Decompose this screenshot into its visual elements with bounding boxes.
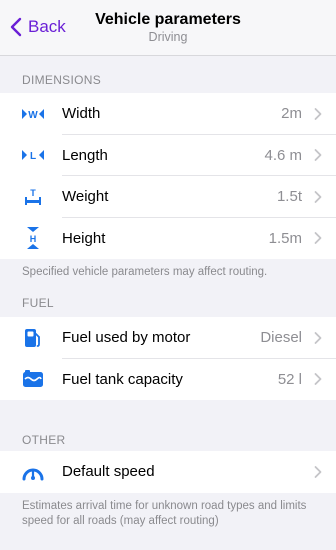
row-width[interactable]: W Width 2m — [0, 93, 336, 135]
chevron-right-icon — [314, 465, 322, 478]
fuel-group: Fuel used by motor Diesel Fuel tank capa… — [0, 317, 336, 400]
fuel-tank-icon — [22, 368, 44, 390]
row-label: Default speed — [62, 463, 155, 481]
section-header-fuel: FUEL — [22, 296, 54, 310]
section-header-other: OTHER — [22, 433, 66, 447]
chevron-right-icon — [314, 107, 322, 120]
page-title: Vehicle parameters — [95, 11, 241, 28]
svg-text:L: L — [30, 151, 36, 162]
row-value: 2m — [281, 105, 302, 123]
width-icon: W — [22, 103, 44, 125]
chevron-right-icon — [314, 331, 322, 344]
row-label: Fuel used by motor — [62, 329, 191, 347]
row-value: 52 l — [277, 370, 302, 388]
svg-text:W: W — [28, 110, 38, 121]
chevron-right-icon — [314, 190, 322, 203]
row-fuel-type[interactable]: Fuel used by motor Diesel — [0, 317, 336, 359]
svg-text:H: H — [30, 234, 37, 244]
row-label: Weight — [62, 188, 109, 206]
page-subtitle: Driving — [148, 30, 188, 44]
height-icon: H — [22, 227, 44, 250]
speedometer-icon — [22, 461, 44, 483]
other-group: Default speed — [0, 451, 336, 493]
fuel-pump-icon — [22, 327, 44, 349]
row-default-speed[interactable]: Default speed — [0, 451, 336, 493]
row-label: Height — [62, 229, 106, 247]
row-label: Length — [62, 146, 108, 164]
row-value: Diesel — [260, 329, 302, 347]
row-length[interactable]: L Length 4.6 m — [0, 135, 336, 176]
other-footnote: Estimates arrival time for unknown road … — [22, 500, 307, 527]
svg-text:T: T — [30, 188, 36, 198]
section-header-dimensions: DIMENSIONS — [22, 73, 102, 87]
chevron-right-icon — [314, 373, 322, 386]
chevron-right-icon — [314, 149, 322, 162]
row-value: 1.5t — [276, 188, 302, 206]
row-label: Width — [62, 105, 101, 123]
chevron-right-icon — [314, 232, 322, 245]
back-button[interactable]: Back — [10, 14, 66, 40]
row-weight[interactable]: T Weight 1.5t — [0, 176, 336, 218]
dimensions-group: W Width 2m L Length 4.6 m T Weight 1.5t … — [0, 93, 336, 259]
navigation-bar: Back Vehicle parameters Driving — [0, 0, 336, 56]
row-value: 4.6 m — [264, 146, 302, 164]
row-value: 1.5m — [268, 229, 302, 247]
chevron-left-icon — [10, 17, 22, 37]
back-button-label: Back — [28, 17, 66, 36]
row-height[interactable]: H Height 1.5m — [0, 218, 336, 260]
length-icon: L — [22, 144, 44, 166]
title-block: Vehicle parameters Driving — [80, 10, 256, 45]
row-label: Fuel tank capacity — [62, 370, 183, 388]
weight-icon: T — [22, 186, 44, 208]
row-fuel-capacity[interactable]: Fuel tank capacity 52 l — [0, 359, 336, 401]
dimensions-footnote: Specified vehicle parameters may affect … — [22, 266, 268, 278]
